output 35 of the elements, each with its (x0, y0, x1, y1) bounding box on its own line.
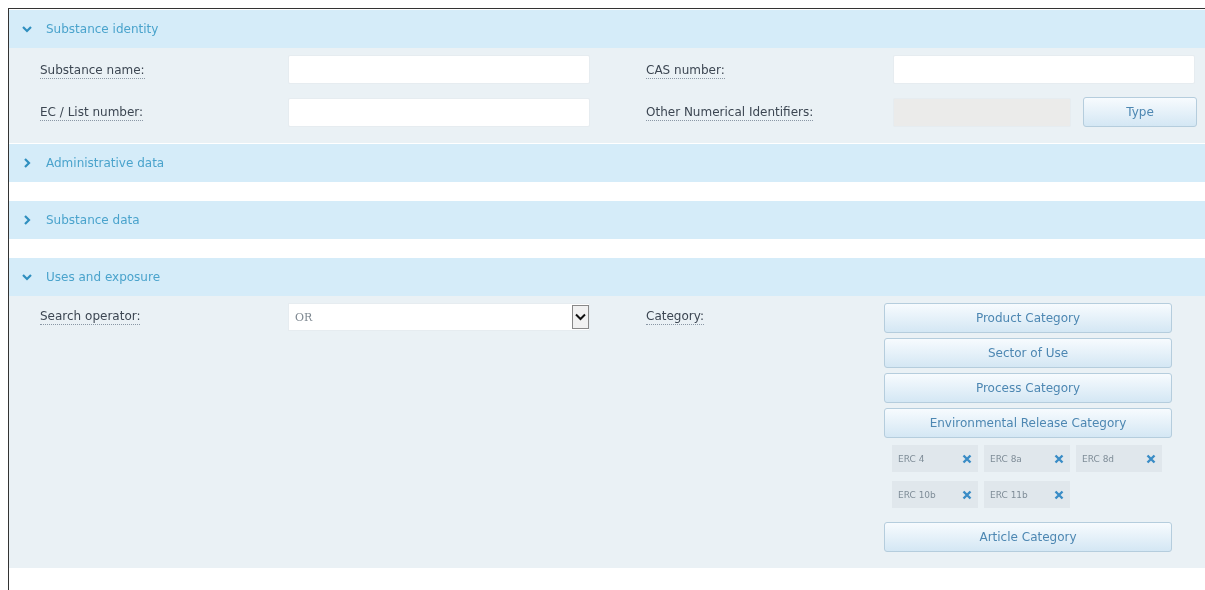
category-button[interactable]: Sector of Use (884, 338, 1172, 368)
category-button[interactable]: Article Category (884, 522, 1172, 552)
chip-label: ERC 8d (1082, 453, 1115, 464)
operator-select[interactable]: OR (288, 303, 590, 331)
chevron-right-icon[interactable] (22, 215, 32, 225)
section-header[interactable]: Substance data (9, 201, 1205, 239)
field-label: EC / List number: (40, 105, 144, 121)
remove-icon[interactable] (962, 489, 972, 500)
field-label: Other Numerical Identifiers: (646, 105, 814, 121)
field-label: Category: (646, 309, 704, 325)
section-header[interactable]: Administrative data (9, 144, 1205, 182)
field-label: CAS number: (646, 62, 725, 79)
category-button[interactable]: Environmental Release Category (884, 408, 1172, 438)
category-button[interactable]: Process Category (884, 373, 1172, 403)
chip-label: ERC 4 (898, 453, 925, 464)
section-header[interactable]: Substance identity (9, 10, 1205, 48)
text-field[interactable] (893, 55, 1195, 84)
remove-icon[interactable] (962, 453, 972, 464)
chevron-down-icon[interactable] (22, 24, 32, 34)
section-header[interactable]: Uses and exposure (9, 258, 1205, 296)
chip-label: ERC 8a (990, 453, 1022, 464)
remove-icon[interactable] (1146, 453, 1156, 464)
field-label: Search operator: (40, 309, 141, 325)
remove-icon[interactable] (1054, 453, 1064, 464)
text-field[interactable] (288, 97, 590, 127)
text-field[interactable] (288, 55, 590, 84)
chevron-down-icon (575, 313, 586, 321)
chip-label: ERC 10b (898, 489, 936, 500)
category-button[interactable]: Product Category (884, 303, 1172, 333)
chevron-right-icon[interactable] (22, 158, 32, 168)
field-label: Substance name: (40, 62, 145, 79)
dropdown-button[interactable] (572, 305, 589, 329)
chevron-down-icon[interactable] (22, 272, 32, 282)
remove-icon[interactable] (1054, 489, 1064, 500)
chip-label: ERC 11b (990, 489, 1028, 500)
